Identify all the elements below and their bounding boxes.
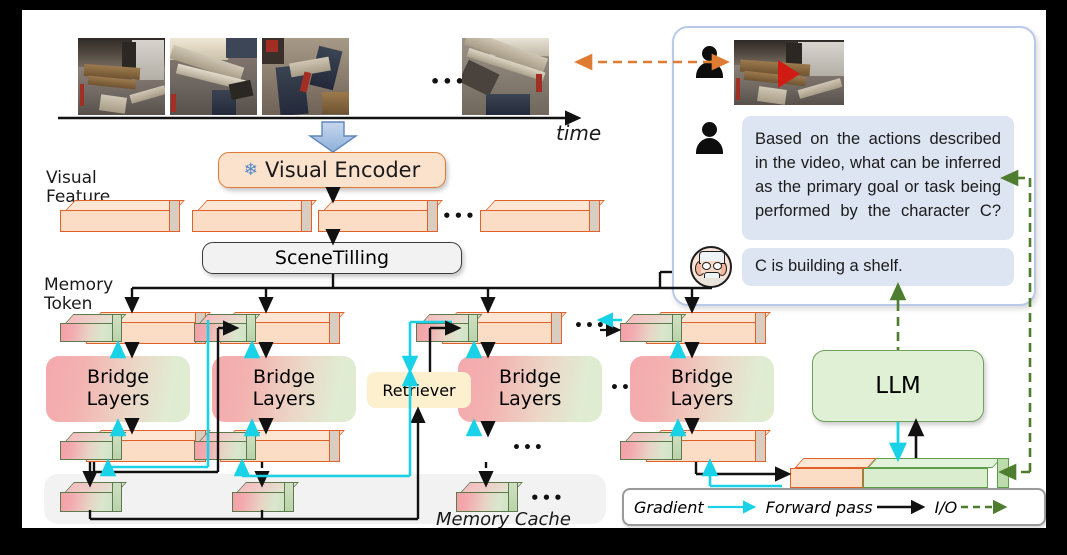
memory-cache-cube-1 (60, 482, 127, 512)
scene-tilling-label: SceneTilling (274, 247, 390, 269)
legend-label-forward: Forward pass (765, 497, 873, 517)
llm-box[interactable]: LLM (812, 350, 984, 422)
user-avatar-video (694, 46, 724, 78)
legend-arrow-forward (876, 500, 925, 514)
memory-cache-cube-3 (456, 482, 523, 512)
memory-cube-top-1 (60, 314, 127, 342)
memory-cube-bottom-2 (194, 432, 261, 460)
question-text: Based on the actions described in the vi… (755, 130, 1001, 221)
user-avatar-question (694, 122, 724, 154)
legend-box: Gradient Forward pass I/O (622, 488, 1046, 526)
memory-cube-top-2 (194, 314, 261, 342)
visual-feature-bar-4 (480, 200, 605, 232)
retriever-box[interactable]: Retriever (367, 372, 471, 408)
answer-bubble: C is building a shelf. (742, 248, 1014, 286)
legend-arrow-io (961, 500, 1008, 514)
llama-avatar-icon (690, 246, 732, 288)
question-bubble: Based on the actions described in the vi… (742, 116, 1014, 240)
snowflake-icon: ❄ (243, 160, 258, 180)
memory-token-row-ellipsis: ••• (574, 318, 607, 334)
visual-feature-bar-3 (318, 200, 443, 232)
video-frame-1 (78, 38, 165, 115)
llm-label: LLM (875, 373, 921, 399)
legend-label-io: I/O (934, 497, 958, 517)
memory-cube-top-3 (416, 314, 483, 342)
retriever-label: Retriever (382, 380, 456, 400)
figure-canvas: ••• time ❄ Visual Encoder Visual Feature … (22, 10, 1046, 528)
video-frame-2 (170, 38, 257, 115)
llm-input-bar-green (863, 458, 1009, 488)
play-triangle-icon[interactable] (778, 60, 800, 88)
figure-root: ••• time ❄ Visual Encoder Visual Feature … (0, 0, 1067, 555)
bridge-layers-3[interactable]: Bridge Layers (458, 356, 602, 422)
visual-feature-bar-2 (192, 200, 317, 232)
visual-encoder-box[interactable]: ❄ Visual Encoder (218, 152, 446, 188)
visual-feature-bar-1 (60, 200, 185, 232)
time-axis-label: time (556, 121, 602, 145)
answer-text: C is building a shelf. (755, 257, 903, 275)
bridge-layers-4-label: Bridge Layers (670, 366, 734, 410)
visual-feature-ellipsis: ••• (442, 207, 477, 225)
video-frame-4 (462, 38, 549, 115)
legend-arrow-gradient (707, 500, 756, 514)
scene-tilling-box[interactable]: SceneTilling (202, 242, 462, 274)
llm-input-bar-orange (790, 458, 877, 488)
memory-cache-ellipsis: ••• (530, 489, 565, 507)
chat-video-thumbnail[interactable] (734, 40, 844, 105)
visual-encoder-label: Visual Encoder (265, 158, 421, 182)
memory-token-label: Memory Token (44, 275, 114, 315)
bridge-layers-3-label: Bridge Layers (498, 366, 562, 410)
memory-cube-bottom-1 (60, 432, 127, 460)
bridge-3-below-ellipsis: ••• (512, 440, 545, 456)
legend-label-gradient: Gradient (634, 497, 704, 517)
memory-cube-bottom-4 (620, 432, 687, 460)
bridge-layers-1-label: Bridge Layers (86, 366, 150, 410)
bridge-layers-4[interactable]: Bridge Layers (630, 356, 774, 422)
memory-cube-top-4 (620, 314, 687, 342)
bridge-layers-1[interactable]: Bridge Layers (46, 356, 190, 422)
memory-cache-cube-2 (232, 482, 299, 512)
bridge-layers-2-label: Bridge Layers (252, 366, 316, 410)
memory-cache-label: Memory Cache (436, 509, 571, 528)
video-frame-3 (262, 38, 349, 115)
bridge-layers-2[interactable]: Bridge Layers (212, 356, 356, 422)
